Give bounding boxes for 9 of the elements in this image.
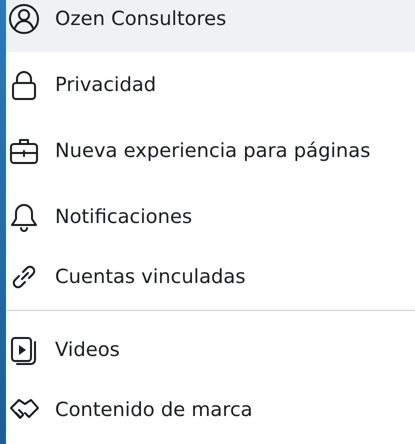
menu-item[interactable]: Contenido de marca xyxy=(6,383,415,437)
menu-item[interactable]: Cuentas vinculadas xyxy=(6,250,415,304)
menu-item[interactable]: Videos xyxy=(6,317,415,383)
menu-item[interactable]: Nueva experiencia para páginas xyxy=(6,118,415,184)
menu-item[interactable]: Privacidad xyxy=(6,52,415,118)
menu-item[interactable]: Notificaciones xyxy=(6,184,415,250)
person-icon xyxy=(8,3,40,35)
menu-item[interactable]: Ozen Consultores xyxy=(6,0,415,52)
bell-icon xyxy=(8,201,40,233)
